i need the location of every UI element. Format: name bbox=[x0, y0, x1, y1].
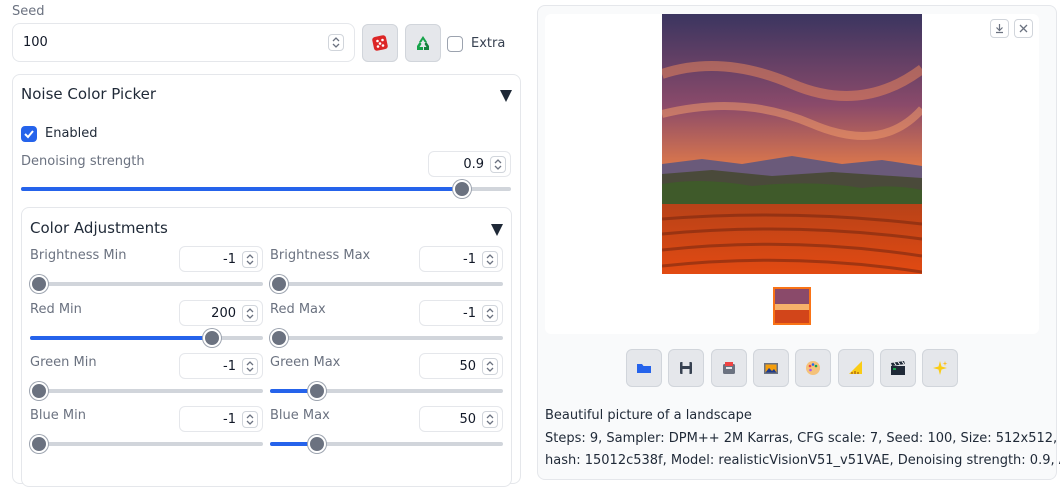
noise-picker-title: Noise Color Picker bbox=[21, 85, 156, 103]
download-icon bbox=[996, 24, 1003, 34]
palette-icon bbox=[806, 361, 821, 375]
enabled-checkbox[interactable] bbox=[21, 126, 37, 142]
enabled-label: Enabled bbox=[45, 126, 98, 141]
brightness-min-thumb[interactable] bbox=[30, 275, 48, 293]
close-button[interactable] bbox=[1014, 19, 1033, 38]
image-button[interactable] bbox=[752, 349, 789, 387]
reuse-seed-button[interactable] bbox=[405, 24, 441, 62]
generation-prompt: Beautiful picture of a landscape bbox=[545, 408, 752, 423]
sparkles-button[interactable] bbox=[922, 349, 959, 387]
denoising-strength-stepper[interactable] bbox=[490, 156, 506, 173]
clapperboard-icon bbox=[890, 361, 905, 375]
blue-min-value: -1 bbox=[223, 412, 236, 427]
green-min-label: Green Min bbox=[30, 355, 97, 370]
folder-icon bbox=[637, 364, 651, 373]
sparkles-icon bbox=[933, 361, 948, 375]
brightness-min-input[interactable]: -1 bbox=[179, 246, 263, 272]
zip-icon bbox=[722, 362, 735, 374]
green-max-stepper[interactable] bbox=[482, 358, 498, 375]
green-min-thumb[interactable] bbox=[30, 382, 48, 400]
seed-label: Seed bbox=[12, 4, 45, 19]
seed-input[interactable]: 100 bbox=[12, 23, 355, 62]
brightness-max-thumb[interactable] bbox=[270, 275, 288, 293]
ruler-icon bbox=[848, 361, 862, 374]
color-adjustments-collapse-icon[interactable] bbox=[491, 224, 503, 236]
red-min-stepper[interactable] bbox=[242, 305, 258, 322]
seed-stepper[interactable] bbox=[328, 34, 344, 51]
red-max-input[interactable]: -1 bbox=[419, 300, 503, 326]
red-min-value: 200 bbox=[211, 306, 236, 321]
palette-button[interactable] bbox=[795, 349, 832, 387]
green-max-label: Green Max bbox=[270, 355, 341, 370]
red-max-slider[interactable] bbox=[270, 329, 503, 347]
image-thumbnail[interactable] bbox=[772, 286, 812, 326]
image-icon bbox=[763, 363, 778, 374]
blue-max-slider[interactable] bbox=[270, 435, 503, 453]
denoising-strength-slider[interactable] bbox=[21, 180, 511, 198]
brightness-max-slider[interactable] bbox=[270, 275, 503, 293]
denoising-strength-thumb[interactable] bbox=[453, 180, 471, 198]
blue-min-stepper[interactable] bbox=[242, 411, 258, 428]
brightness-min-value: -1 bbox=[223, 252, 236, 267]
brightness-max-input[interactable]: -1 bbox=[419, 246, 503, 272]
green-max-thumb[interactable] bbox=[307, 382, 326, 400]
generation-params-line-1: Steps: 9, Sampler: DPM++ 2M Karras, CFG … bbox=[545, 431, 1060, 446]
brightness-max-label: Brightness Max bbox=[270, 248, 371, 263]
red-min-fill bbox=[30, 336, 212, 340]
red-max-stepper[interactable] bbox=[482, 305, 498, 322]
blue-min-label: Blue Min bbox=[30, 408, 86, 423]
seed-value: 100 bbox=[23, 35, 48, 50]
blue-max-input[interactable]: 50 bbox=[419, 406, 503, 432]
denoising-strength-label: Denoising strength bbox=[21, 154, 145, 169]
green-min-slider[interactable] bbox=[30, 382, 263, 400]
save-button[interactable] bbox=[668, 349, 705, 387]
brightness-max-value: -1 bbox=[463, 252, 476, 267]
ruler-button[interactable] bbox=[837, 349, 874, 387]
blue-max-stepper[interactable] bbox=[482, 411, 498, 428]
red-min-input[interactable]: 200 bbox=[179, 300, 263, 326]
save-icon bbox=[680, 362, 693, 374]
dice-icon bbox=[372, 35, 388, 51]
blue-max-value: 50 bbox=[459, 412, 476, 427]
brightness-max-stepper[interactable] bbox=[482, 251, 498, 268]
generation-params-line-2: hash: 15012c538f, Model: realisticVision… bbox=[545, 453, 1060, 468]
blue-max-thumb[interactable] bbox=[307, 435, 326, 453]
red-max-value: -1 bbox=[463, 306, 476, 321]
green-min-value: -1 bbox=[223, 359, 236, 374]
brightness-min-slider[interactable] bbox=[30, 275, 263, 293]
blue-min-slider[interactable] bbox=[30, 435, 263, 453]
denoising-strength-fill bbox=[21, 187, 462, 191]
denoising-strength-value: 0.9 bbox=[463, 157, 484, 172]
red-max-label: Red Max bbox=[270, 302, 326, 317]
check-icon bbox=[24, 130, 34, 139]
red-min-slider[interactable] bbox=[30, 329, 263, 347]
green-min-input[interactable]: -1 bbox=[179, 353, 263, 379]
extra-checkbox[interactable] bbox=[447, 36, 463, 52]
close-icon bbox=[1019, 24, 1028, 33]
extra-label: Extra bbox=[471, 36, 506, 51]
generated-image[interactable] bbox=[662, 14, 922, 274]
brightness-min-stepper[interactable] bbox=[242, 251, 258, 268]
red-min-label: Red Min bbox=[30, 302, 82, 317]
download-button[interactable] bbox=[990, 19, 1009, 38]
zip-button[interactable] bbox=[710, 349, 747, 387]
green-max-input[interactable]: 50 bbox=[419, 353, 503, 379]
red-min-thumb[interactable] bbox=[202, 329, 221, 347]
blue-min-thumb[interactable] bbox=[30, 435, 48, 453]
clapperboard-button[interactable] bbox=[879, 349, 916, 387]
color-adjustments-title: Color Adjustments bbox=[30, 219, 168, 237]
denoising-strength-input[interactable]: 0.9 bbox=[428, 151, 511, 177]
green-max-value: 50 bbox=[459, 359, 476, 374]
brightness-min-label: Brightness Min bbox=[30, 248, 127, 263]
folder-button[interactable] bbox=[626, 349, 662, 387]
blue-max-label: Blue Max bbox=[270, 408, 330, 423]
random-seed-button[interactable] bbox=[362, 24, 398, 62]
noise-picker-collapse-icon[interactable] bbox=[500, 90, 512, 102]
green-min-stepper[interactable] bbox=[242, 358, 258, 375]
blue-min-input[interactable]: -1 bbox=[179, 406, 263, 432]
red-max-thumb[interactable] bbox=[270, 329, 288, 347]
green-max-slider[interactable] bbox=[270, 382, 503, 400]
recycle-icon bbox=[417, 36, 429, 50]
